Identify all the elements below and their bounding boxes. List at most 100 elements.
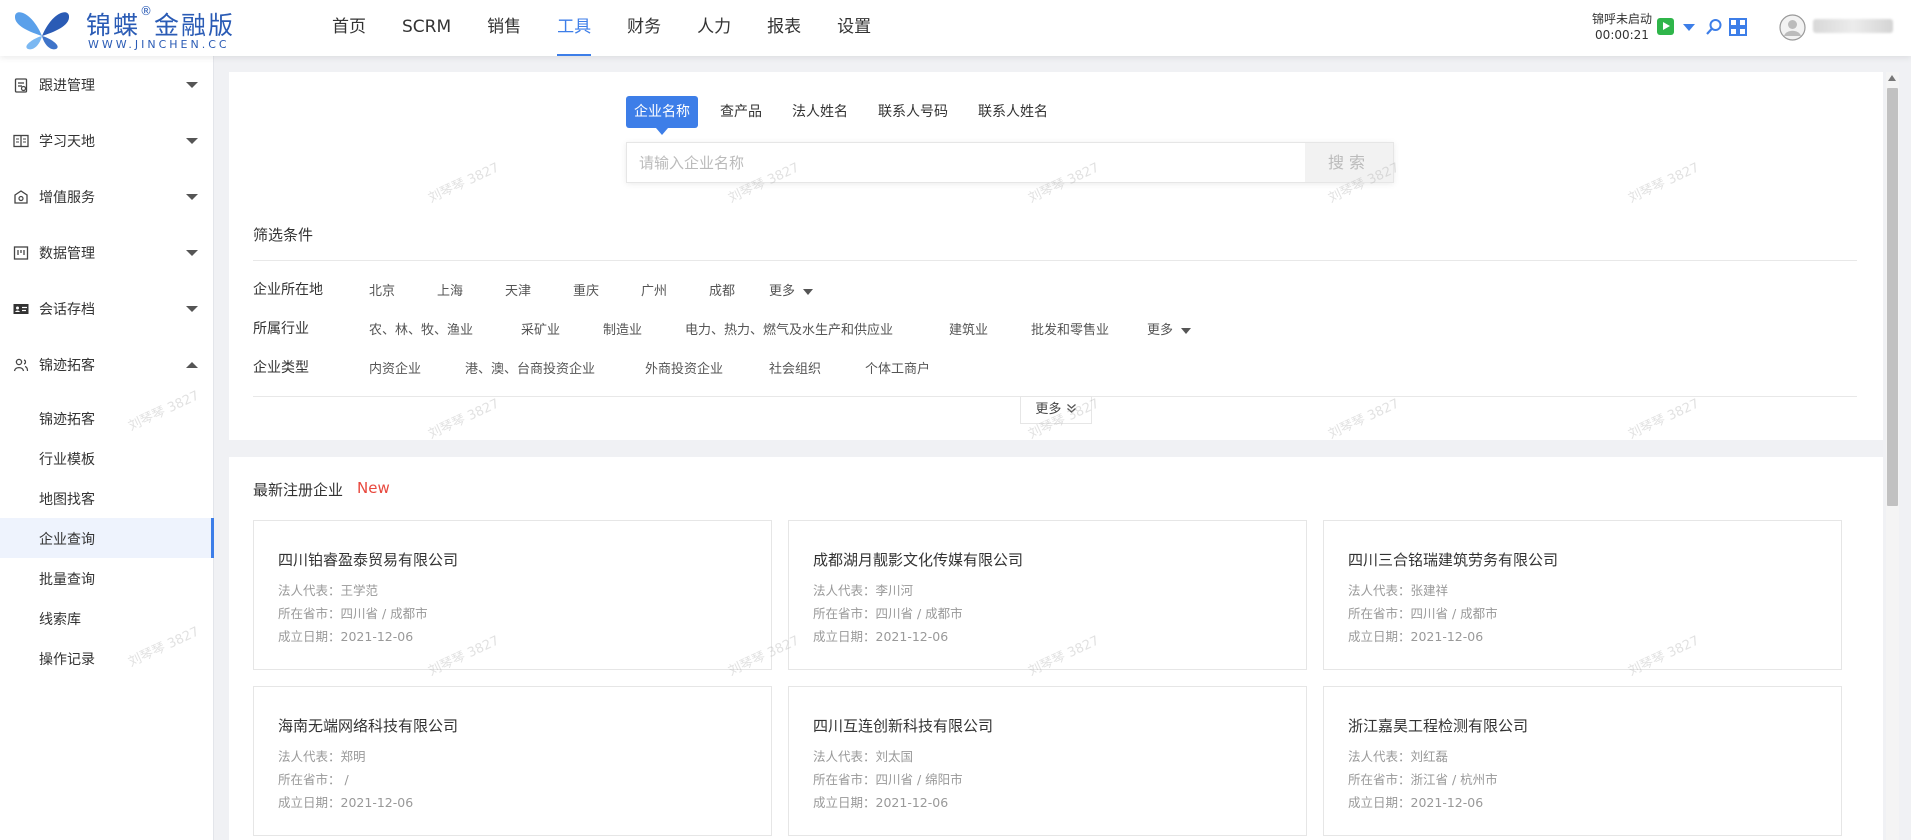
tab-contact-name[interactable]: 联系人姓名 — [970, 96, 1056, 128]
id-card-icon — [13, 304, 29, 314]
people-icon — [13, 358, 29, 372]
user-avatar-icon[interactable] — [1779, 14, 1806, 41]
filter-option[interactable]: 港、澳、台商投资企业 — [465, 358, 595, 377]
filter-option[interactable]: 外商投资企业 — [645, 358, 723, 377]
sidebar-item-prospecting[interactable]: 锦迹拓客 — [0, 398, 214, 438]
sidebar-item-operation-log[interactable]: 操作记录 — [0, 638, 214, 678]
tab-contact-phone[interactable]: 联系人号码 — [870, 96, 956, 128]
filter-option[interactable]: 采矿业 — [521, 319, 560, 338]
filter-option[interactable]: 农、林、牧、渔业 — [369, 319, 473, 338]
founded-date-value: 2021-12-06 — [875, 629, 949, 644]
founded-date-label: 成立日期： — [278, 795, 341, 810]
founded-date-label: 成立日期： — [813, 629, 876, 644]
sidebar-item-label: 企业查询 — [39, 532, 95, 548]
main-nav: 首页 SCRM 销售 工具 财务 人力 报表 设置 — [332, 0, 907, 56]
founded-date-line: 成立日期：2021-12-06 — [278, 792, 413, 811]
filter-option[interactable]: 制造业 — [603, 319, 642, 338]
filter-option[interactable]: 北京 — [369, 280, 395, 299]
scrollbar-thumb[interactable] — [1887, 88, 1898, 506]
legal-rep-label: 法人代表： — [1348, 749, 1411, 764]
sidebar-item-map-search[interactable]: 地图找客 — [0, 478, 214, 518]
filter-option[interactable]: 成都 — [709, 280, 735, 299]
sidebar-item-company-query[interactable]: 企业查询 — [0, 518, 214, 558]
company-card[interactable]: 四川互连创新科技有限公司 法人代表：刘太国 所在省市：四川省 / 绵阳市 成立日… — [788, 686, 1307, 836]
filter-option[interactable]: 内资企业 — [369, 358, 421, 377]
filter-more-button[interactable]: 更多 — [1147, 319, 1192, 338]
nav-tools[interactable]: 工具 — [557, 0, 592, 56]
company-card[interactable]: 海南无端网络科技有限公司 法人代表：郑明 所在省市： / 成立日期：2021-1… — [253, 686, 772, 836]
filter-option[interactable]: 批发和零售业 — [1031, 319, 1109, 338]
founded-date-line: 成立日期：2021-12-06 — [813, 626, 948, 645]
nav-scrm[interactable]: SCRM — [402, 0, 451, 56]
nav-finance[interactable]: 财务 — [627, 0, 661, 56]
location-label: 所在省市： — [278, 772, 341, 787]
app-grid-icon[interactable] — [1729, 18, 1747, 36]
location-value: 四川省 / 绵阳市 — [875, 772, 963, 787]
company-card[interactable]: 四川铂睿盈泰贸易有限公司 法人代表：王学范 所在省市：四川省 / 成都市 成立日… — [253, 520, 772, 670]
logo-brand-text: 锦蝶 — [86, 11, 141, 40]
scroll-up-arrow-icon[interactable] — [1888, 75, 1896, 81]
sidebar-group-label: 跟进管理 — [39, 78, 95, 94]
chevron-down-icon — [186, 250, 198, 256]
sidebar-group-follow-up[interactable]: 跟进管理 — [0, 65, 214, 105]
company-card[interactable]: 成都湖月靓影文化传媒有限公司 法人代表：李川河 所在省市：四川省 / 成都市 成… — [788, 520, 1307, 670]
filter-option[interactable]: 天津 — [505, 280, 531, 299]
nav-home[interactable]: 首页 — [332, 0, 366, 56]
filter-option[interactable]: 社会组织 — [769, 358, 821, 377]
sidebar-item-industry-templates[interactable]: 行业模板 — [0, 438, 214, 478]
sidebar-group-learning[interactable]: 学习天地 — [0, 121, 214, 161]
founded-date-value: 2021-12-06 — [340, 629, 414, 644]
chevron-down-icon — [186, 82, 198, 88]
sidebar-group-prospecting[interactable]: 锦迹拓客 — [0, 345, 214, 385]
nav-sales[interactable]: 销售 — [487, 0, 521, 56]
filter-option[interactable]: 重庆 — [573, 280, 599, 299]
search-box: 搜索 — [626, 142, 1394, 183]
page-scrollbar[interactable] — [1886, 72, 1899, 840]
legal-rep-label: 法人代表： — [813, 583, 876, 598]
sidebar-item-label: 行业模板 — [39, 452, 95, 468]
sidebar-group-label: 增值服务 — [39, 190, 95, 206]
tab-legal-person[interactable]: 法人姓名 — [784, 96, 856, 128]
expand-filters-label: 更多 — [1035, 402, 1062, 417]
location-label: 所在省市： — [813, 772, 876, 787]
tab-product[interactable]: 查产品 — [712, 96, 770, 128]
brand-logo[interactable]: 锦蝶®金融版 WWW.JINCHEN.CC — [12, 4, 252, 52]
filter-more-button[interactable]: 更多 — [769, 280, 814, 299]
play-icon[interactable] — [1657, 18, 1674, 35]
call-status-text: 锦呼未启动 — [1591, 12, 1652, 26]
chevron-up-icon — [186, 362, 198, 368]
legal-rep-label: 法人代表： — [278, 583, 341, 598]
expand-filters-button[interactable]: 更多 — [1020, 396, 1092, 424]
sidebar-group-value-added[interactable]: 增值服务 — [0, 177, 214, 217]
nav-hr[interactable]: 人力 — [697, 0, 731, 56]
company-card[interactable]: 浙江嘉昊工程检测有限公司 法人代表：刘红磊 所在省市：浙江省 / 杭州市 成立日… — [1323, 686, 1842, 836]
company-card[interactable]: 四川三合铭瑞建筑劳务有限公司 法人代表：张建祥 所在省市：四川省 / 成都市 成… — [1323, 520, 1842, 670]
location-value: / — [340, 772, 349, 787]
tab-company-name[interactable]: 企业名称 — [626, 96, 698, 135]
search-button[interactable]: 搜索 — [1305, 143, 1393, 182]
new-badge: New — [357, 479, 390, 497]
call-status: 锦呼未启动 00:00:21 — [1589, 11, 1655, 43]
filter-option[interactable]: 建筑业 — [949, 319, 988, 338]
company-name: 浙江嘉昊工程检测有限公司 — [1348, 717, 1529, 735]
filter-option[interactable]: 电力、热力、燃气及水生产和供应业 — [685, 319, 893, 338]
filter-option[interactable]: 广州 — [641, 280, 667, 299]
search-icon[interactable] — [1705, 18, 1723, 36]
sidebar-item-batch-query[interactable]: 批量查询 — [0, 558, 214, 598]
sidebar-item-lead-library[interactable]: 线索库 — [0, 598, 214, 638]
user-name-blurred — [1813, 19, 1893, 33]
location-label: 所在省市： — [278, 606, 341, 621]
location-value: 四川省 / 成都市 — [1410, 606, 1498, 621]
search-input[interactable] — [627, 143, 1307, 182]
sidebar-group-data-management[interactable]: 数据管理 — [0, 233, 214, 273]
sidebar-group-chat-archive[interactable]: 会话存档 — [0, 289, 214, 329]
legal-rep-line: 法人代表：李川河 — [813, 580, 913, 599]
sidebar-item-label: 批量查询 — [39, 572, 95, 588]
dropdown-caret-icon[interactable] — [1683, 24, 1695, 31]
location-value: 浙江省 / 杭州市 — [1410, 772, 1498, 787]
nav-settings[interactable]: 设置 — [837, 0, 871, 56]
filter-option[interactable]: 个体工商户 — [865, 358, 930, 377]
nav-reports[interactable]: 报表 — [767, 0, 801, 56]
legal-rep-value: 刘太国 — [875, 749, 914, 764]
filter-option[interactable]: 上海 — [437, 280, 463, 299]
